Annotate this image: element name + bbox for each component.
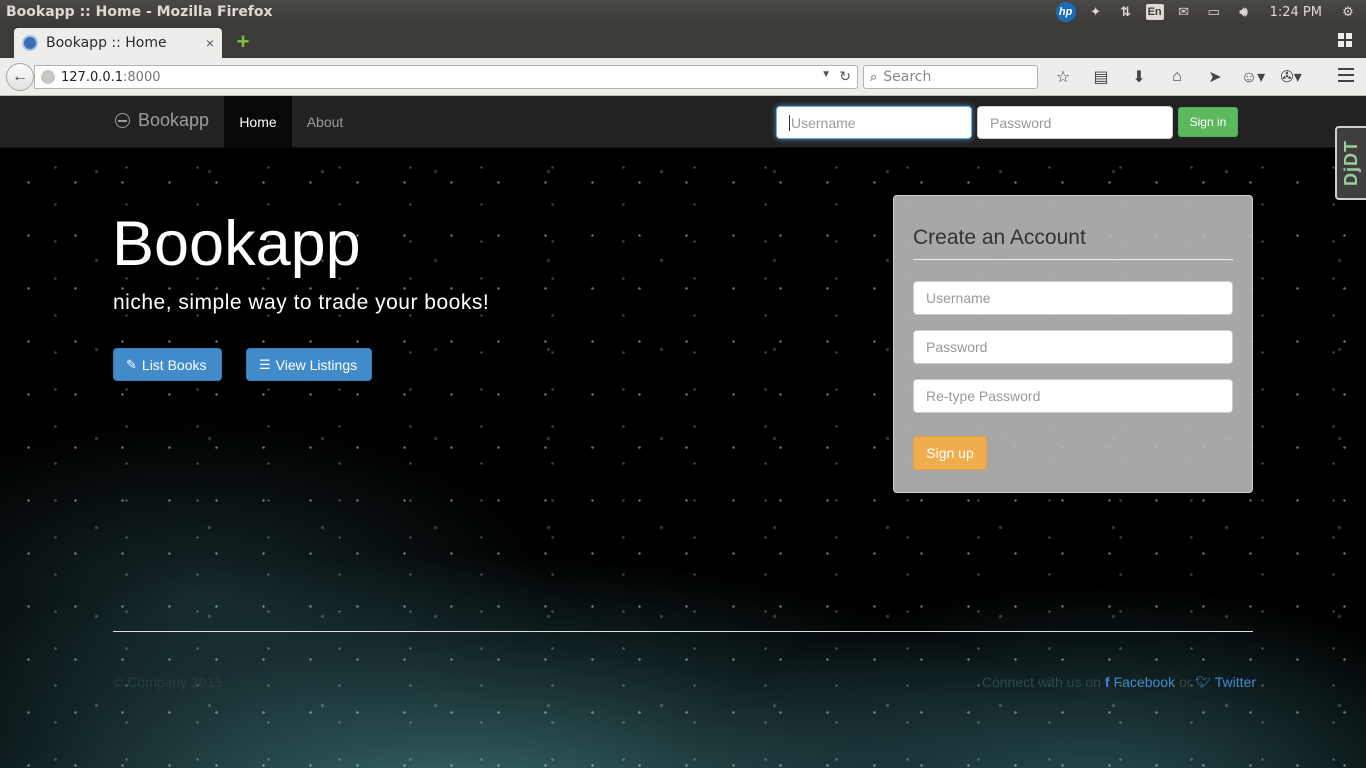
footer-divider [113,631,1253,632]
browser-nav-bar: ← 127.0.0.1:8000 ▼ ↻ ⌕ Search ☆ ▤ ⬇ ⌂ ➤ … [0,58,1366,96]
search-placeholder: Search [883,69,932,85]
nav-home[interactable]: Home [224,96,292,148]
send-icon[interactable]: ➤ [1200,66,1230,88]
list-books-button[interactable]: ✎ List Books [113,348,222,381]
or-text: or [1179,674,1192,690]
list-lines-icon: ☰ [259,356,271,372]
footer-social: Connect with us on f Facebook or 🐦︎ Twit… [982,674,1256,690]
view-listings-button[interactable]: ☰ View Listings [246,348,372,381]
download-icon[interactable]: ⬇ [1124,66,1154,88]
back-arrow-icon: ← [12,68,28,85]
hp-icon[interactable]: hp [1055,2,1076,22]
site-navbar: Bookapp Home About Username Password Sig… [0,96,1366,148]
pencil-icon: ✎ [126,356,137,372]
reading-list-icon[interactable]: ▤ [1086,66,1116,88]
nav-password-input[interactable]: Password [977,106,1173,139]
search-icon: ⌕ [870,69,878,84]
brand-label: Bookapp [138,110,210,130]
clock[interactable]: 1:24 PM [1270,5,1322,20]
footer-copyright: © Company 2015 [113,674,223,690]
settings-gear-icon[interactable]: ⚙ [1338,4,1358,20]
tab-strip: Bookapp :: Home × + [0,24,1366,58]
signup-panel: Create an Account Username Password Re-t… [893,195,1253,493]
url-text: 127.0.0.1:8000 [61,69,161,85]
reload-icon[interactable]: ↻ [839,68,851,85]
addon-extension-icon[interactable]: ✇▾ [1276,66,1306,88]
facebook-link[interactable]: f Facebook [1105,674,1175,690]
battery-icon[interactable]: ▭ [1204,4,1224,20]
nav-about[interactable]: About [292,96,358,148]
signup-title: Create an Account [913,226,1086,249]
home-icon[interactable]: ⌂ [1162,66,1192,88]
twitter-bird-icon: 🐦︎ [1195,675,1211,689]
hamburger-menu-icon[interactable] [1338,68,1354,82]
keyboard-language-icon[interactable]: En [1145,4,1164,20]
url-history-dropdown-icon[interactable]: ▼ [821,69,831,80]
bookmark-star-icon[interactable]: ☆ [1048,66,1078,88]
system-tray: hp ✦ ⇅ En ✉ ▭ 🔊︎ 1:24 PM ⚙ [1055,0,1366,24]
sign-up-button[interactable]: Sign up [913,436,987,470]
globe-icon [41,70,55,84]
connect-text: Connect with us on [981,674,1101,690]
dropbox-icon[interactable]: ✦ [1086,4,1106,20]
signup-username-input[interactable]: Username [913,281,1233,315]
favicon-icon [22,35,38,51]
url-bar[interactable]: 127.0.0.1:8000 ▼ ↻ [34,65,858,89]
view-listings-label: View Listings [275,356,358,373]
signup-divider [913,259,1233,260]
hero-subtitle: niche, simple way to trade your books! [113,291,490,314]
brand-logo-icon [115,113,130,128]
window-title: Bookapp :: Home - Mozilla Firefox [6,4,273,20]
toolbar-icons: ☆ ▤ ⬇ ⌂ ➤ ☺▾ ✇▾ [1048,66,1306,88]
back-button[interactable]: ← [6,63,34,91]
hero-title: Bookapp [112,209,361,279]
close-tab-icon[interactable]: × [206,35,214,51]
search-input[interactable]: ⌕ Search [863,65,1038,89]
mail-icon[interactable]: ✉ [1174,4,1194,20]
list-books-label: List Books [141,356,207,373]
brand-link[interactable]: Bookapp [115,110,209,131]
signup-password-input[interactable]: Password [913,330,1233,364]
signup-retype-password-input[interactable]: Re-type Password [913,379,1233,413]
sign-in-button[interactable]: Sign in [1178,107,1238,137]
facebook-icon: f [1104,674,1110,690]
network-icon[interactable]: ⇅ [1116,4,1136,20]
tab-label: Bookapp :: Home [46,35,167,51]
addon-monkey-icon[interactable]: ☺▾ [1238,66,1268,88]
os-title-bar: Bookapp :: Home - Mozilla Firefox hp ✦ ⇅… [0,0,1366,24]
tab-bookapp-home[interactable]: Bookapp :: Home × [14,28,222,58]
web-page: Bookapp Home About Username Password Sig… [0,96,1366,768]
tab-groups-icon[interactable] [1338,33,1352,47]
nav-username-input[interactable]: Username [776,106,972,139]
twitter-link[interactable]: 🐦︎ Twitter [1196,674,1256,690]
django-debug-toolbar-handle[interactable]: DjDT [1335,126,1366,200]
new-tab-button[interactable]: + [233,31,253,53]
volume-icon[interactable]: 🔊︎ [1234,4,1254,20]
